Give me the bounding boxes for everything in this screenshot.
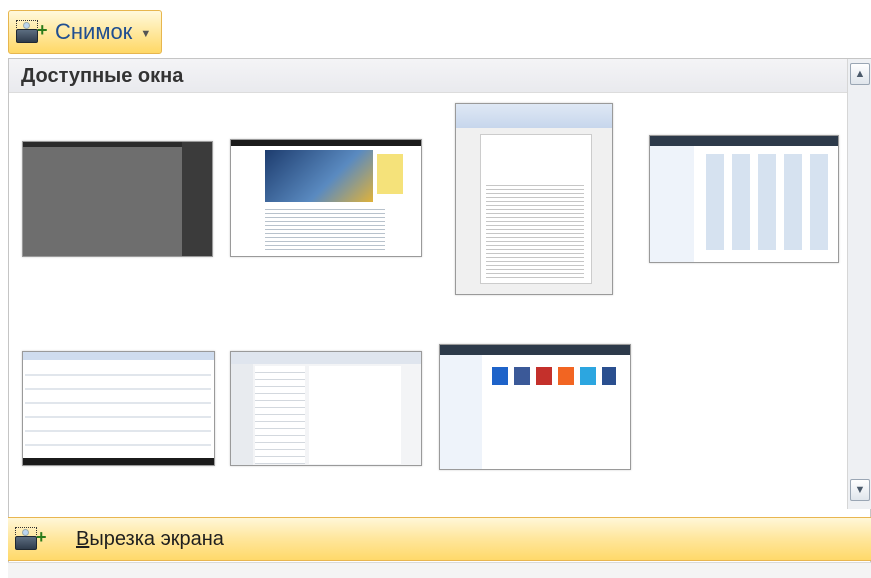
gallery-scrollbar[interactable]: ▲ ▼ bbox=[847, 59, 871, 509]
window-thumbnail-5[interactable] bbox=[22, 351, 215, 466]
snapshot-button[interactable]: + Снимок ▼ bbox=[8, 10, 162, 54]
window-thumbnail-3[interactable] bbox=[455, 103, 613, 295]
camera-screenshot-icon: + bbox=[14, 526, 48, 552]
available-windows-gallery: Доступные окна ▲ ▼ bbox=[8, 58, 871, 578]
scroll-up-icon[interactable]: ▲ bbox=[850, 63, 870, 85]
window-thumbnail-2[interactable] bbox=[230, 139, 422, 257]
window-thumbnail-7[interactable] bbox=[439, 344, 631, 470]
screen-clipping-menu-item[interactable]: + Вырезка экрана bbox=[8, 517, 871, 561]
window-thumbnail-6[interactable] bbox=[230, 351, 422, 466]
gallery-header: Доступные окна bbox=[9, 59, 847, 93]
window-thumbnail-1[interactable] bbox=[22, 141, 213, 257]
camera-screenshot-icon: + bbox=[15, 19, 49, 45]
scroll-down-icon[interactable]: ▼ bbox=[850, 479, 870, 501]
window-thumbnail-4[interactable] bbox=[649, 135, 839, 263]
screen-clipping-label: Вырезка экрана bbox=[76, 527, 224, 550]
menu-bottom-strip bbox=[8, 562, 871, 578]
snapshot-button-label: Снимок bbox=[55, 19, 133, 44]
chevron-down-icon[interactable]: ▼ bbox=[140, 28, 151, 40]
